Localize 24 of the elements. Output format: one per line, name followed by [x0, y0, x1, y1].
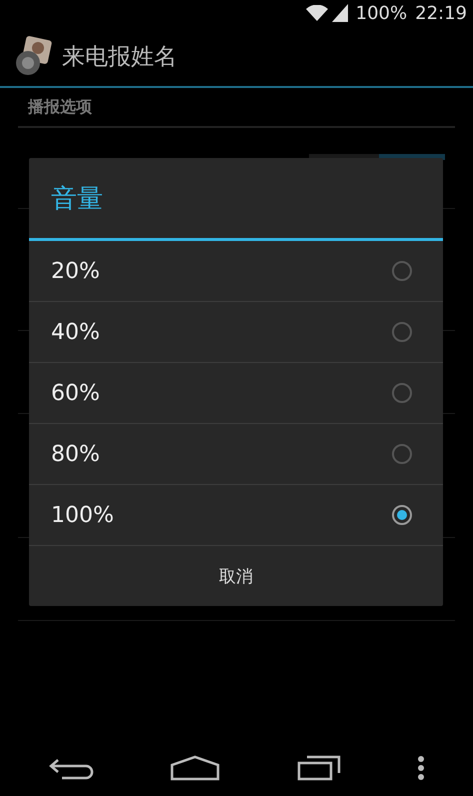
volume-option[interactable]: 60%	[29, 363, 443, 424]
cancel-button[interactable]: 取消	[29, 546, 443, 606]
clock: 22:19	[415, 2, 467, 24]
option-label: 20%	[51, 258, 100, 284]
volume-option[interactable]: 20%	[29, 241, 443, 302]
volume-option[interactable]: 100%	[29, 485, 443, 546]
battery-level: 100%	[356, 2, 408, 24]
app-title: 来电报姓名	[62, 42, 177, 72]
radio-button[interactable]	[392, 505, 412, 525]
volume-option[interactable]: 40%	[29, 302, 443, 363]
signal-icon	[332, 4, 348, 22]
option-label: 60%	[51, 380, 100, 406]
radio-button[interactable]	[392, 383, 412, 403]
option-label: 100%	[51, 502, 114, 528]
section-header: 播报选项	[26, 96, 92, 118]
app-icon	[14, 36, 54, 76]
dialog-title: 音量	[29, 158, 443, 241]
radio-button[interactable]	[392, 322, 412, 342]
radio-button[interactable]	[392, 444, 412, 464]
option-label: 80%	[51, 442, 100, 466]
option-label: 40%	[51, 320, 100, 344]
radio-button[interactable]	[392, 261, 412, 281]
volume-option[interactable]: 80%	[29, 424, 443, 485]
wifi-icon	[306, 5, 328, 21]
